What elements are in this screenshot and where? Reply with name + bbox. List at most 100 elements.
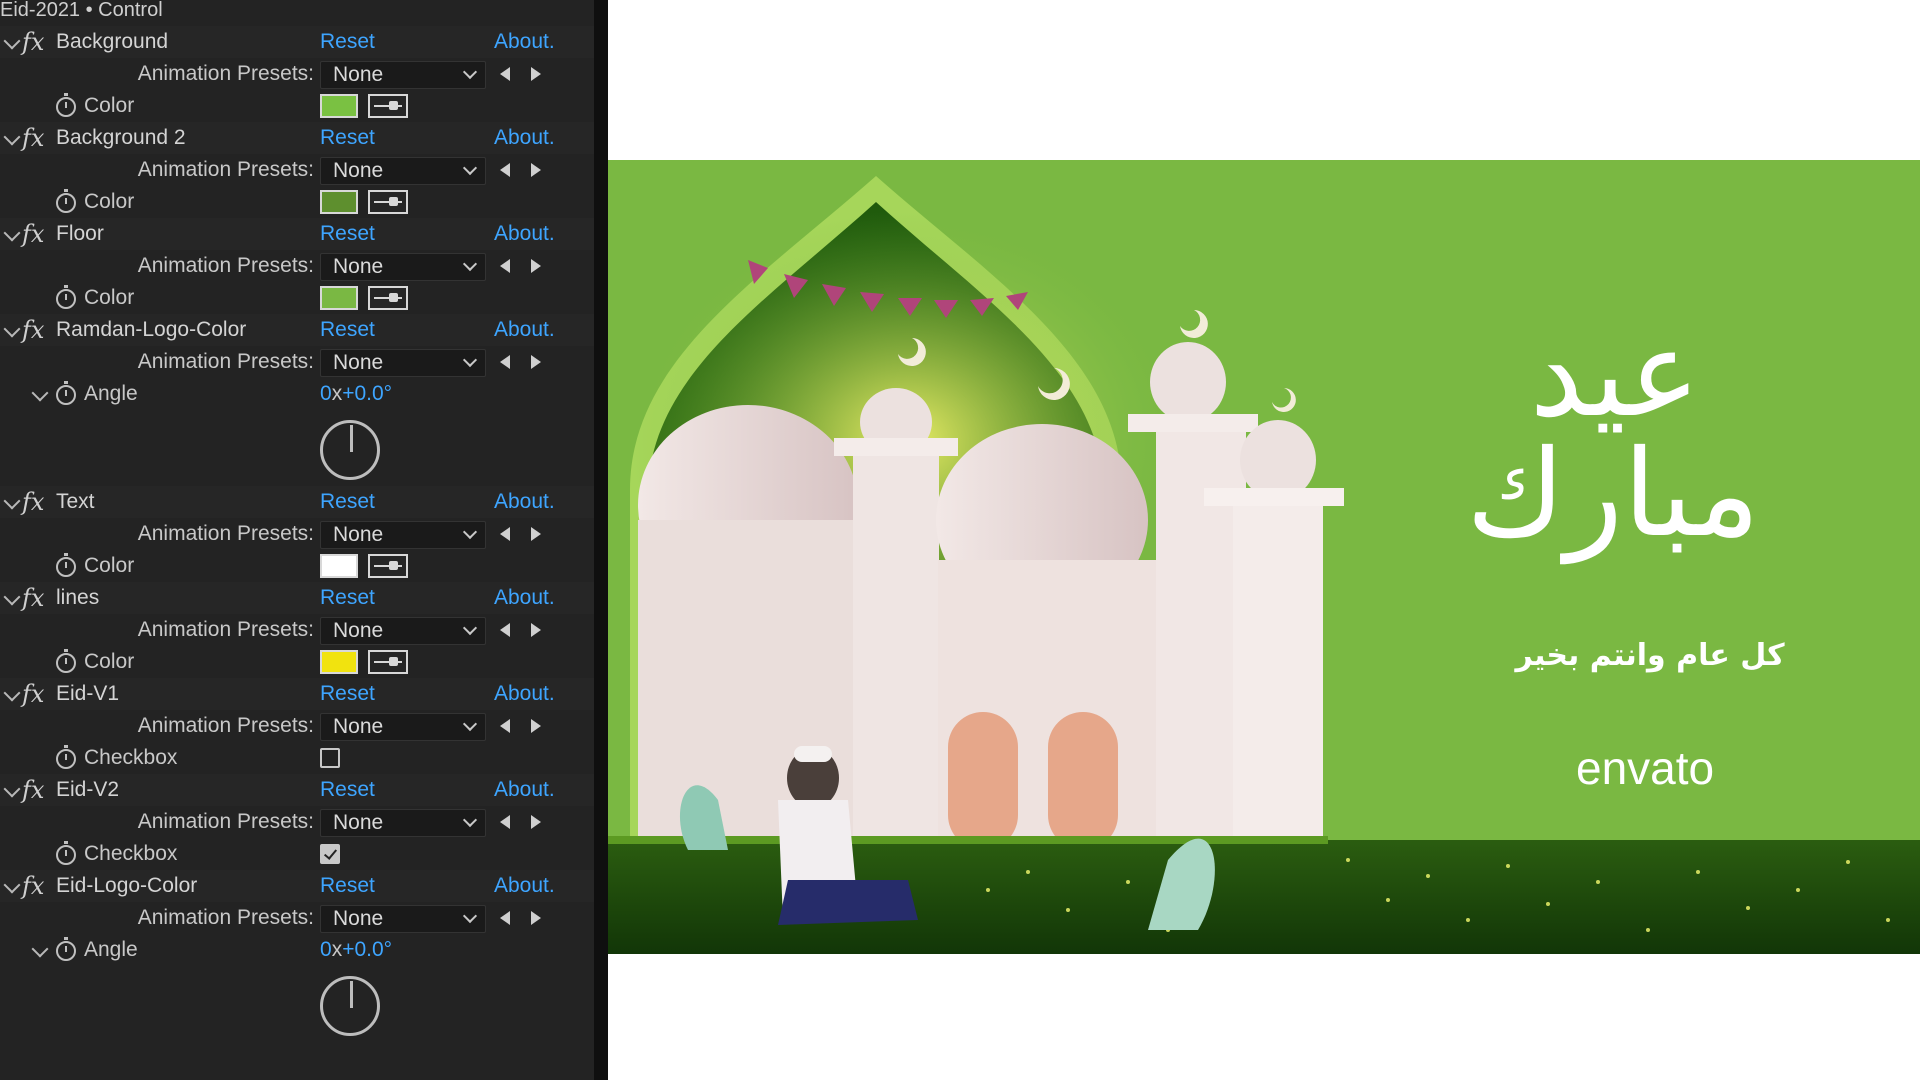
next-preset-icon[interactable] [531, 259, 541, 273]
angle-dial[interactable] [320, 976, 380, 1036]
previous-preset-icon[interactable] [500, 815, 510, 829]
previous-preset-icon[interactable] [500, 67, 510, 81]
animation-presets-dropdown[interactable]: None [320, 521, 486, 549]
next-preset-icon[interactable] [531, 355, 541, 369]
animation-presets-dropdown[interactable]: None [320, 157, 486, 185]
animation-presets-dropdown[interactable]: None [320, 349, 486, 377]
angle-value[interactable]: 0x+0.0° [320, 934, 392, 966]
chevron-down-icon[interactable] [3, 588, 21, 606]
color-swatch[interactable] [320, 286, 358, 310]
property-label: Color [84, 650, 135, 673]
animation-presets-row: Animation Presets: None [0, 902, 594, 934]
next-preset-icon[interactable] [531, 67, 541, 81]
animation-presets-dropdown[interactable]: None [320, 905, 486, 933]
next-preset-icon[interactable] [531, 719, 541, 733]
animation-presets-dropdown[interactable]: None [320, 617, 486, 645]
stopwatch-icon[interactable] [56, 745, 76, 769]
about-link[interactable]: About. [494, 678, 555, 710]
effect-header-row: fx Eid-V2 Reset About. [0, 774, 594, 806]
animation-presets-dropdown[interactable]: None [320, 61, 486, 89]
reset-link[interactable]: Reset [320, 486, 375, 518]
reset-link[interactable]: Reset [320, 582, 375, 614]
next-preset-icon[interactable] [531, 623, 541, 637]
angle-dial[interactable] [320, 420, 380, 480]
chevron-down-icon[interactable] [3, 32, 21, 50]
checkbox[interactable] [320, 844, 340, 864]
previous-preset-icon[interactable] [500, 355, 510, 369]
reset-link[interactable]: Reset [320, 218, 375, 250]
previous-preset-icon[interactable] [500, 623, 510, 637]
previous-preset-icon[interactable] [500, 163, 510, 177]
chevron-down-icon[interactable] [3, 224, 21, 242]
angle-x: x [331, 382, 343, 405]
animation-presets-row: Animation Presets: None [0, 518, 594, 550]
next-preset-icon[interactable] [531, 911, 541, 925]
stopwatch-icon[interactable] [56, 285, 76, 309]
chevron-down-icon[interactable] [3, 320, 21, 338]
dropdown-value: None [333, 811, 384, 834]
stopwatch-icon[interactable] [56, 937, 76, 961]
previous-preset-icon[interactable] [500, 911, 510, 925]
color-swatch[interactable] [320, 650, 358, 674]
stopwatch-icon[interactable] [56, 93, 76, 117]
chevron-down-icon[interactable] [3, 492, 21, 510]
effect-header-row: fx Text Reset About. [0, 486, 594, 518]
eyedropper-icon[interactable] [368, 94, 408, 118]
about-link[interactable]: About. [494, 582, 555, 614]
dropdown-value: None [333, 523, 384, 546]
color-swatch[interactable] [320, 554, 358, 578]
effect-header-row: fx Ramdan-Logo-Color Reset About. [0, 314, 594, 346]
previous-preset-icon[interactable] [500, 719, 510, 733]
envato-logo: envato [1576, 742, 1715, 794]
eyedropper-icon[interactable] [368, 286, 408, 310]
eyedropper-icon[interactable] [368, 650, 408, 674]
about-link[interactable]: About. [494, 26, 555, 58]
previous-preset-icon[interactable] [500, 259, 510, 273]
reset-link[interactable]: Reset [320, 870, 375, 902]
eyedropper-icon[interactable] [368, 554, 408, 578]
about-link[interactable]: About. [494, 486, 555, 518]
angle-x: x [331, 938, 343, 961]
about-link[interactable]: About. [494, 870, 555, 902]
next-preset-icon[interactable] [531, 527, 541, 541]
next-preset-icon[interactable] [531, 815, 541, 829]
checkbox[interactable] [320, 748, 340, 768]
reset-link[interactable]: Reset [320, 26, 375, 58]
effect-name: Eid-V1 [56, 682, 120, 705]
reset-link[interactable]: Reset [320, 678, 375, 710]
about-link[interactable]: About. [494, 314, 555, 346]
chevron-down-icon[interactable] [31, 384, 49, 402]
property-label: Angle [84, 382, 138, 405]
animation-presets-row: Animation Presets: None [0, 58, 594, 90]
chevron-down-icon[interactable] [31, 940, 49, 958]
animation-presets-label: Animation Presets: [137, 906, 314, 929]
stopwatch-icon[interactable] [56, 189, 76, 213]
angle-degrees: +0.0° [342, 938, 393, 961]
reset-link[interactable]: Reset [320, 774, 375, 806]
about-link[interactable]: About. [494, 774, 555, 806]
eyedropper-icon[interactable] [368, 190, 408, 214]
reset-link[interactable]: Reset [320, 314, 375, 346]
panel-divider[interactable] [594, 0, 608, 1080]
minaret-2 [1156, 415, 1246, 850]
stopwatch-icon[interactable] [56, 841, 76, 865]
chevron-down-icon[interactable] [3, 128, 21, 146]
stopwatch-icon[interactable] [56, 381, 76, 405]
color-swatch[interactable] [320, 190, 358, 214]
stopwatch-icon[interactable] [56, 553, 76, 577]
animation-presets-dropdown[interactable]: None [320, 713, 486, 741]
animation-presets-dropdown[interactable]: None [320, 253, 486, 281]
next-preset-icon[interactable] [531, 163, 541, 177]
chevron-down-icon[interactable] [3, 876, 21, 894]
animation-presets-dropdown[interactable]: None [320, 809, 486, 837]
chevron-down-icon[interactable] [3, 780, 21, 798]
about-link[interactable]: About. [494, 122, 555, 154]
color-swatch[interactable] [320, 94, 358, 118]
reset-link[interactable]: Reset [320, 122, 375, 154]
effect-name: Ramdan-Logo-Color [56, 318, 247, 341]
angle-value[interactable]: 0x+0.0° [320, 378, 392, 410]
about-link[interactable]: About. [494, 218, 555, 250]
stopwatch-icon[interactable] [56, 649, 76, 673]
previous-preset-icon[interactable] [500, 527, 510, 541]
chevron-down-icon[interactable] [3, 684, 21, 702]
